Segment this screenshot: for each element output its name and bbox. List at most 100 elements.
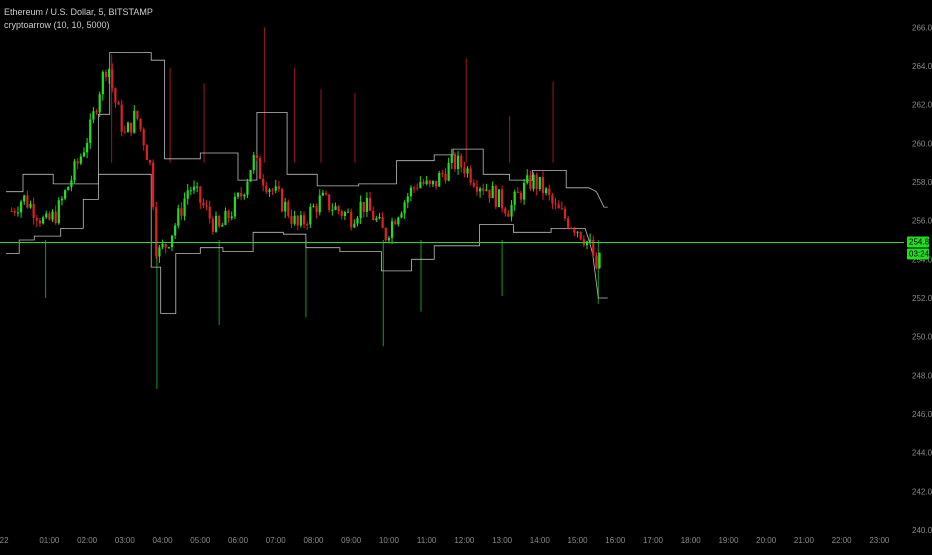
candle-body — [390, 221, 394, 238]
candle-body — [255, 154, 258, 159]
x-tick-label: 20:00 — [756, 536, 777, 545]
candle-body — [114, 88, 117, 103]
candle-body — [488, 189, 491, 199]
candle-body — [54, 211, 57, 224]
candle-body — [504, 208, 507, 214]
candle-body — [161, 243, 164, 248]
x-tick-label: 04:00 — [153, 536, 174, 545]
candle-body — [73, 161, 76, 181]
candle-body — [189, 190, 192, 192]
candle-body — [224, 210, 227, 225]
candle-body — [560, 208, 563, 210]
candle-body — [353, 223, 356, 228]
x-tick-label: 05:00 — [190, 536, 211, 545]
candle-body — [356, 218, 359, 224]
price-tag-price: 254.87 — [909, 238, 932, 247]
candle-body — [120, 104, 123, 132]
candle-body — [507, 213, 510, 217]
candle-body — [227, 210, 230, 219]
y-tick-label: 242.00 — [912, 487, 932, 496]
candle-body — [441, 172, 444, 174]
candle-body — [340, 211, 343, 217]
candle-body — [475, 186, 479, 192]
candle-body — [183, 198, 186, 216]
candle-body — [130, 122, 133, 133]
candle-body — [126, 122, 130, 133]
candle-body — [523, 182, 526, 200]
candle-body — [104, 71, 108, 77]
candle-body — [271, 189, 274, 191]
candle-body — [548, 188, 551, 196]
candle-body — [343, 212, 347, 217]
candle-body — [526, 175, 529, 183]
x-tick-label: 09:00 — [341, 536, 362, 545]
candle-body — [95, 111, 98, 113]
candle-body — [177, 208, 180, 226]
candle-body — [302, 215, 306, 225]
candle-body — [312, 206, 315, 208]
candle-body — [145, 145, 148, 161]
candle-body — [158, 247, 161, 257]
candle-body — [425, 180, 428, 184]
chart-svg[interactable]: 266.00 264.00 262.00 260.00 258.00 256.00 254.… — [0, 0, 932, 550]
candle-body — [447, 162, 450, 181]
candle-body — [372, 210, 375, 221]
candle-body — [406, 196, 409, 203]
candle-body — [205, 205, 208, 207]
candle-body — [180, 208, 183, 216]
candle-body — [211, 218, 214, 232]
y-tick-label: 260.00 — [912, 139, 932, 148]
candle-body — [412, 187, 416, 189]
candle-body — [208, 206, 211, 219]
candle-body — [453, 154, 457, 170]
candle-body — [554, 203, 557, 205]
candle-body — [510, 204, 513, 217]
candle-body — [491, 185, 494, 199]
candle-body — [139, 118, 142, 130]
candle-body — [192, 186, 196, 191]
candle-body — [29, 203, 32, 208]
price-tag-countdown: 03:24 — [909, 250, 930, 259]
candle-body — [334, 206, 337, 210]
candle-body — [306, 224, 309, 226]
candle-body — [501, 189, 504, 209]
candle-body — [243, 194, 246, 197]
candle-body — [174, 225, 177, 236]
candle-body — [274, 186, 277, 191]
candle-body — [277, 186, 280, 190]
candle-body — [48, 213, 51, 220]
candle-body — [123, 131, 126, 133]
candle-body — [57, 200, 60, 224]
candle-body — [585, 241, 589, 246]
candle-body — [378, 216, 381, 219]
candle-body — [541, 176, 545, 194]
candle-body — [41, 217, 45, 224]
x-tick-label: 10:00 — [379, 536, 400, 545]
candle-body — [598, 252, 601, 269]
y-tick-label: 246.00 — [912, 410, 932, 419]
candle-body — [262, 178, 265, 186]
candle-body — [315, 206, 318, 213]
candle-body — [444, 173, 447, 181]
chart[interactable]: 266.00 264.00 262.00 260.00 258.00 256.00 254.… — [0, 0, 932, 550]
candle-body — [35, 217, 38, 221]
candle-body — [535, 174, 538, 190]
candle-body — [16, 212, 20, 214]
symbol-title[interactable]: Ethereum / U.S. Dollar, 5, BITSTAMP — [4, 6, 153, 19]
candle-body — [431, 180, 435, 185]
candle-body — [51, 211, 54, 220]
candle-body — [221, 224, 224, 227]
candle-body — [368, 198, 372, 211]
candle-body — [186, 190, 189, 199]
candle-body — [438, 172, 441, 187]
candle-body — [589, 239, 592, 242]
candle-body — [152, 162, 155, 208]
x-tick-label: 03:00 — [115, 536, 136, 545]
candle-body — [98, 94, 101, 113]
x-tick-label: 02:00 — [77, 536, 98, 545]
candle-body — [133, 110, 136, 133]
indicator-title[interactable]: cryptoarrow (10, 10, 5000) — [4, 19, 153, 32]
candle-body — [38, 220, 42, 224]
candle-body — [463, 167, 466, 174]
candle-body — [365, 198, 369, 212]
